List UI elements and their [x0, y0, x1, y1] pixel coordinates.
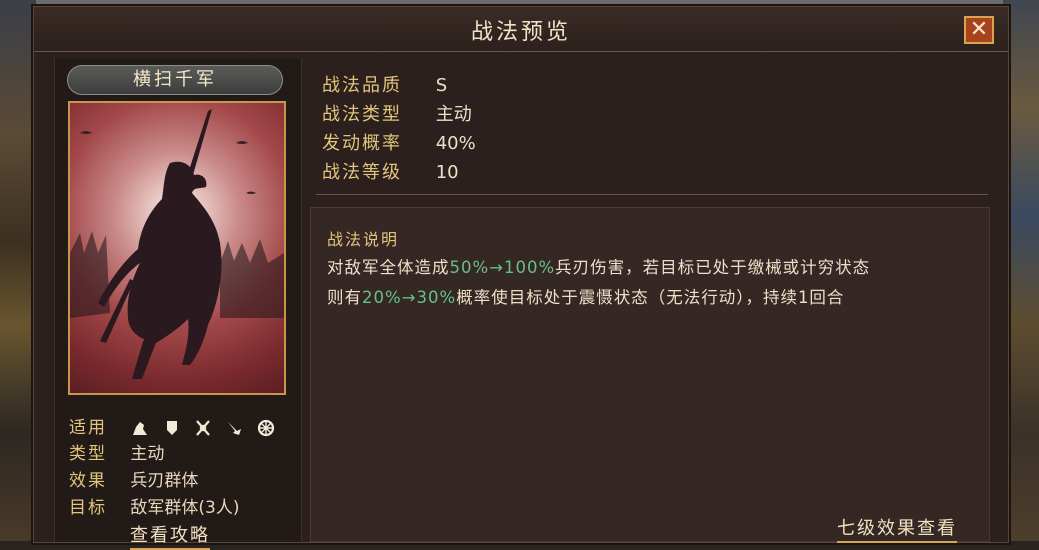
applicable-row: 适用 — [69, 413, 282, 438]
spear-icon — [227, 422, 241, 435]
applicable-label: 适用 — [69, 418, 107, 438]
info-key: 战法等级 — [322, 162, 402, 183]
background-left — [0, 0, 36, 541]
effect-value: 兵刃群体 — [130, 471, 199, 491]
skill-name-plate: 横扫千军 — [67, 65, 283, 95]
target-row: 目标 敌军群体(3人) — [69, 493, 240, 518]
target-label: 目标 — [69, 498, 107, 518]
shield-icon — [166, 421, 177, 435]
cavalry-icon — [133, 422, 148, 435]
description-line-2: 则有20%→30%概率使目标处于震慑状态（无法行动），持续1回合 — [327, 284, 844, 308]
description-highlight: 20%→30% — [362, 288, 457, 307]
info-key: 战法类型 — [322, 104, 402, 125]
info-key: 发动概率 — [322, 133, 402, 154]
description-text: 对敌军全体造成 — [327, 258, 450, 277]
description-text: 概率使目标处于震慑状态（无法行动），持续1回合 — [456, 288, 845, 307]
description-line-1: 对敌军全体造成50%→100%兵刃伤害，若目标已处于缴械或计穷状态 — [327, 254, 870, 278]
type-label: 类型 — [69, 444, 107, 464]
description-box: 战法说明 对敌军全体造成50%→100%兵刃伤害，若目标已处于缴械或计穷状态 则… — [310, 207, 990, 543]
target-value: 敌军群体(3人) — [130, 498, 240, 518]
effect-row: 效果 兵刃群体 — [69, 466, 198, 491]
effect-label: 效果 — [69, 471, 107, 491]
info-value: 40% — [435, 133, 476, 154]
skill-preview-dialog: 战法预览 ✕ 横扫千军 适用 类型 主动 效果 兵刃群体 目标 敌军群体(3人)… — [33, 6, 1009, 550]
close-icon: ✕ — [969, 17, 989, 42]
bow-icon — [196, 420, 211, 436]
close-button[interactable]: ✕ — [964, 16, 994, 44]
divider — [316, 194, 988, 195]
type-row: 类型 主动 — [69, 439, 164, 464]
info-row-quality: 战法品质 S — [322, 71, 447, 97]
description-highlight: 50%→100% — [449, 258, 556, 277]
description-text: 兵刃伤害，若目标已处于缴械或计穷状态 — [555, 258, 871, 277]
skill-card-column: 横扫千军 适用 类型 主动 效果 兵刃群体 目标 敌军群体(3人) 查看攻略 — [54, 59, 302, 550]
horseman-silhouette-icon — [70, 109, 284, 379]
info-row-type: 战法类型 主动 — [322, 100, 472, 126]
description-title: 战法说明 — [327, 230, 400, 249]
type-value: 主动 — [130, 444, 165, 464]
info-value: 10 — [435, 162, 459, 183]
dialog-title: 战法预览 — [470, 20, 571, 45]
title-bar: 战法预览 ✕ — [34, 7, 1008, 52]
siege-icon — [257, 419, 275, 437]
skill-portrait — [68, 101, 286, 395]
view-guide-link[interactable]: 查看攻略 — [130, 521, 210, 550]
info-row-level: 战法等级 10 — [322, 158, 459, 184]
info-key: 战法品质 — [322, 75, 402, 96]
applicable-units — [130, 418, 282, 438]
info-row-chance: 发动概率 40% — [322, 129, 476, 155]
description-text: 则有 — [327, 288, 362, 307]
info-value: S — [435, 75, 448, 96]
seven-level-effect-link[interactable]: 七级效果查看 — [837, 514, 957, 543]
info-value: 主动 — [435, 104, 472, 125]
